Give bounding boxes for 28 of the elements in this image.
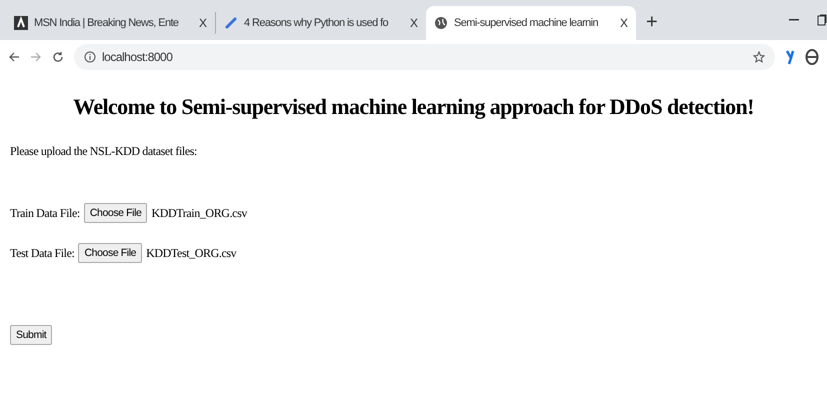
file-name: KDDTest_ORG.csv [146, 246, 236, 260]
logo-icon [14, 16, 28, 30]
globe-icon [434, 16, 448, 30]
tab-close-button[interactable]: X [198, 16, 207, 30]
address-bar[interactable]: localhost:8000 [74, 44, 775, 70]
instruction-text: Please upload the NSL-KDD dataset files: [10, 144, 198, 159]
new-tab-button[interactable]: + [642, 11, 662, 34]
browser-tab[interactable]: Semi-supervised machine learnin X [426, 6, 636, 40]
browser-tab[interactable]: 4 Reasons why Python is used fo X [216, 6, 426, 40]
minimize-icon[interactable] [789, 19, 799, 21]
page-heading: Welcome to Semi-supervised machine learning approach for DDoS detection! [72, 94, 755, 120]
reload-icon[interactable] [52, 51, 64, 63]
restore-icon[interactable] [817, 14, 827, 26]
profile-icon[interactable] [805, 49, 819, 65]
submit-button[interactable]: Submit [10, 325, 52, 345]
link-icon [224, 16, 238, 30]
tab-close-button[interactable]: X [410, 16, 418, 30]
info-icon [84, 51, 96, 63]
choose-file-button[interactable]: Choose File [84, 203, 148, 223]
tab-close-button[interactable]: X [620, 16, 628, 30]
field-label: Test Data File: [10, 246, 74, 260]
star-icon[interactable] [753, 51, 765, 63]
file-name: KDDTrain_ORG.csv [151, 206, 247, 220]
field-label: Train Data File: [10, 206, 80, 220]
back-icon[interactable] [8, 51, 20, 63]
browser-tab[interactable]: MSN India | Breaking News, Ente X [6, 12, 216, 34]
extension-icon[interactable] [785, 49, 795, 65]
choose-file-button[interactable]: Choose File [78, 243, 142, 263]
